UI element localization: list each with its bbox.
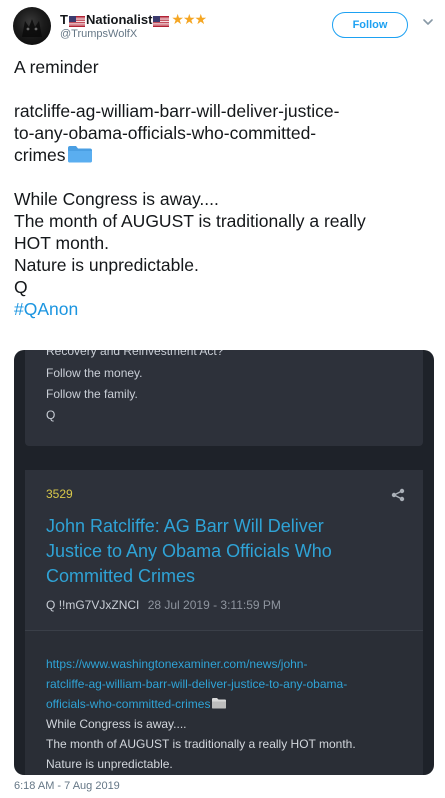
post-title: John Ratcliffe: AG Barr Will Deliver Jus… xyxy=(46,514,406,589)
q-post-card: 3529 John Ratcliffe: AG Barr Will Delive… xyxy=(25,470,423,775)
display-name-prefix: T xyxy=(60,11,68,27)
post-author: Q xyxy=(46,598,56,612)
post-text: Follow the money. xyxy=(46,366,143,380)
display-name[interactable]: T Nationalist ★★★ xyxy=(60,10,207,28)
post-title-line: Committed Crimes xyxy=(46,566,196,586)
hashtag-link[interactable]: #QAnon xyxy=(14,298,434,320)
us-flag-icon xyxy=(153,14,170,27)
tweet-link-line3: crimes xyxy=(14,144,434,166)
post-link: ratcliffe-ag-william-barr-will-deliver-j… xyxy=(46,677,348,691)
post-body: https://www.washingtonexaminer.com/news/… xyxy=(46,654,416,774)
post-meta: Q !!mG7VJxZNCI 28 Jul 2019 - 3:11:59 PM xyxy=(46,598,281,612)
post-title-line: John Ratcliffe: AG Barr Will Deliver xyxy=(46,516,324,536)
tweet-text: A reminder ratcliffe-ag-william-barr-wil… xyxy=(14,56,434,320)
post-number: 3529 xyxy=(46,487,73,501)
chevron-down-icon[interactable] xyxy=(423,17,433,27)
post-text: Q xyxy=(46,408,56,422)
display-name-suffix: Nationalist xyxy=(85,11,153,27)
tweet-line: The month of AUGUST is traditionally a r… xyxy=(14,211,366,231)
tweet-link-text: to-any-obama-officials-who-committed- xyxy=(14,123,317,143)
tweet-line: HOT month. xyxy=(14,233,109,253)
post-text: The month of AUGUST is traditionally a r… xyxy=(46,737,356,751)
folder-icon xyxy=(212,698,227,709)
post-text: Recovery and Reinvestment Act? xyxy=(46,350,224,358)
q-post-card: Recovery and Reinvestment Act? Follow th… xyxy=(25,350,423,446)
post-header: 3529 John Ratcliffe: AG Barr Will Delive… xyxy=(25,470,423,630)
star-icon: ★★★ xyxy=(171,10,207,27)
tweet-line: While Congress is away.... xyxy=(14,189,219,209)
us-flag-icon xyxy=(68,14,85,27)
tweet-line: Nature is unpredictable. xyxy=(14,255,199,275)
post-date: 28 Jul 2019 - 3:11:59 PM xyxy=(147,598,281,612)
post-tripcode: !!mG7VJxZNCI xyxy=(58,598,140,612)
share-icon xyxy=(391,488,405,502)
post-link-line3: officials-who-committed-crimes xyxy=(46,694,416,714)
divider xyxy=(25,630,423,631)
user-handle[interactable]: @TrumpsWolfX xyxy=(60,28,137,40)
tweet-timestamp[interactable]: 6:18 AM - 7 Aug 2019 xyxy=(14,780,120,792)
folder-icon xyxy=(67,146,92,163)
post-link: https://www.washingtonexaminer.com/news/… xyxy=(46,657,308,671)
tweet-link-text: ratcliffe-ag-william-barr-will-deliver-j… xyxy=(14,101,340,121)
post-text: Nature is unpredictable. xyxy=(46,757,173,771)
post-link: officials-who-committed-crimes xyxy=(46,697,211,711)
tweet-line: Q xyxy=(14,277,28,297)
follow-button[interactable]: Follow xyxy=(332,12,408,38)
tweet-header: T Nationalist ★★★ @TrumpsWolfX Follow xyxy=(0,0,445,56)
avatar[interactable] xyxy=(13,7,51,45)
post-text: Follow the family. xyxy=(46,387,138,401)
embedded-image[interactable]: Recovery and Reinvestment Act? Follow th… xyxy=(14,350,434,775)
post-title-line: Justice to Any Obama Officials Who xyxy=(46,541,332,561)
post-text: While Congress is away.... xyxy=(46,717,187,731)
tweet-link-text: crimes xyxy=(14,145,66,165)
tweet-line: A reminder xyxy=(14,57,99,77)
